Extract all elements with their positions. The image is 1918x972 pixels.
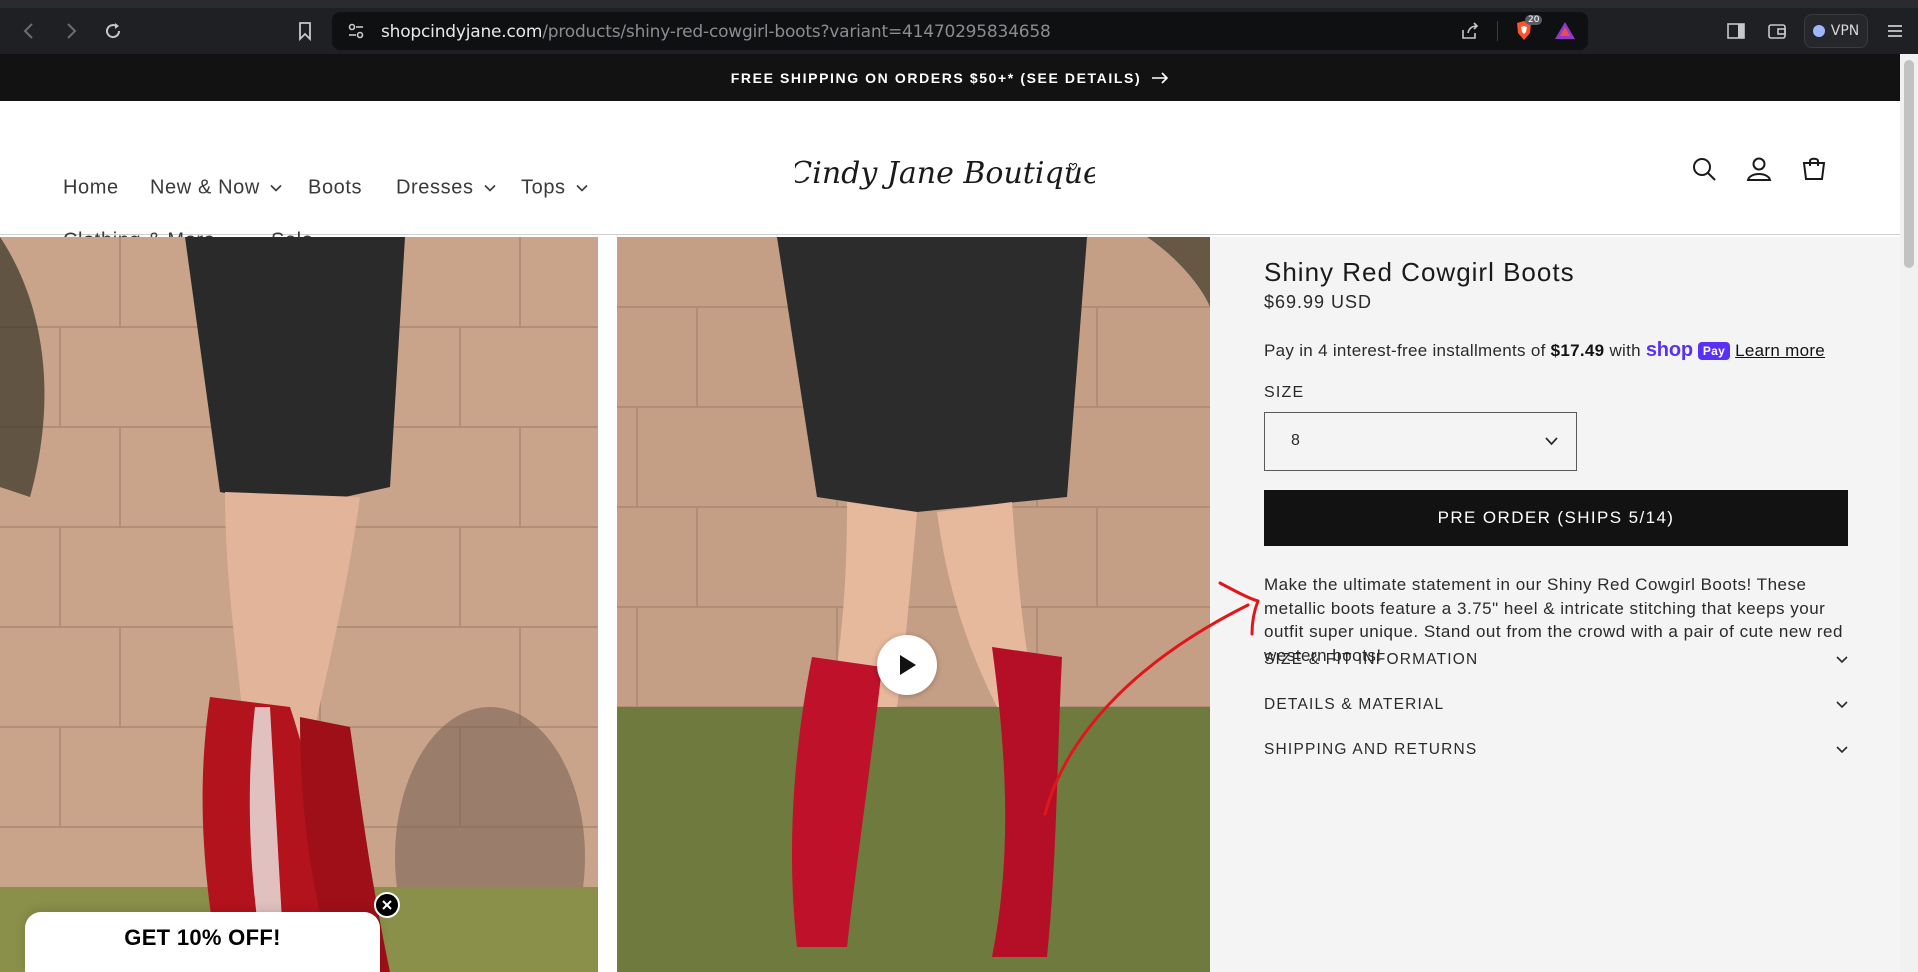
close-icon — [382, 900, 392, 910]
browser-toolbar: shopcindyjane.com/products/shiny-red-cow… — [0, 8, 1918, 54]
nav-item-tops[interactable]: Tops — [521, 177, 588, 200]
shop-pay-badge: Pay — [1697, 341, 1731, 360]
nav-item-dresses[interactable]: Dresses — [396, 177, 496, 200]
product-video-thumbnail[interactable] — [617, 237, 1210, 972]
chevron-down-icon — [576, 184, 588, 192]
wallet-icon[interactable] — [1762, 16, 1792, 46]
page-scrollbar[interactable] — [1900, 54, 1918, 972]
scrollbar-thumb[interactable] — [1904, 60, 1914, 268]
shop-pay-installments: Pay in 4 interest-free installments of $… — [1264, 339, 1825, 362]
accordion-title: SIZE & FIT INFORMATION — [1264, 651, 1479, 668]
product-photo-1[interactable] — [0, 237, 598, 972]
nav-item-label: Tops — [521, 176, 566, 199]
address-bar[interactable]: shopcindyjane.com/products/shiny-red-cow… — [332, 12, 1588, 50]
site-header: Home New & Now Boots Dresses Tops Clothi… — [0, 101, 1900, 252]
size-selected-value: 8 — [1291, 432, 1300, 449]
web-page: FREE SHIPPING ON ORDERS $50+* (SEE DETAI… — [0, 54, 1900, 972]
sidebar-toggle-icon[interactable] — [1721, 16, 1751, 46]
product-title: Shiny Red Cowgirl Boots — [1264, 257, 1575, 287]
nav-item-label: New & Now — [150, 176, 260, 199]
play-icon — [900, 655, 916, 675]
pre-order-button[interactable]: PRE ORDER (SHIPS 5/14) — [1264, 490, 1848, 546]
product-gallery — [0, 237, 1210, 972]
url-text: shopcindyjane.com/products/shiny-red-cow… — [381, 22, 1051, 42]
logo-text: Cindy Jane Boutique — [795, 156, 1095, 191]
menu-icon[interactable] — [1880, 16, 1910, 46]
share-icon[interactable] — [1460, 21, 1480, 41]
reload-icon[interactable] — [98, 16, 128, 46]
nav-item-home[interactable]: Home — [63, 177, 119, 200]
installments-text: Pay in 4 interest-free installments of — [1264, 340, 1546, 360]
accordion-shipping-returns[interactable]: SHIPPING AND RETURNS — [1264, 728, 1848, 772]
accordion-title: SHIPPING AND RETURNS — [1264, 741, 1478, 758]
chevron-down-icon — [270, 184, 282, 192]
site-settings-icon[interactable] — [346, 21, 366, 41]
store-logo[interactable]: Cindy Jane Boutique — [795, 141, 1095, 203]
nav-item-label: Boots — [308, 176, 363, 199]
chevron-down-icon — [1836, 701, 1848, 709]
vpn-button[interactable]: VPN — [1804, 14, 1868, 48]
brave-rewards-icon[interactable] — [1554, 20, 1576, 42]
chevron-down-icon — [483, 184, 496, 192]
nav-item-label: Home — [63, 176, 119, 199]
learn-more-link[interactable]: Learn more — [1735, 341, 1825, 361]
chevron-down-icon — [1545, 437, 1558, 446]
shield-count-badge: 20 — [1525, 15, 1543, 25]
forward-icon[interactable] — [56, 16, 86, 46]
arrow-right-icon — [1152, 71, 1169, 84]
installments-with: with — [1609, 340, 1641, 360]
nav-item-boots[interactable]: Boots — [308, 177, 362, 200]
account-icon[interactable] — [1743, 153, 1775, 185]
bookmark-icon[interactable] — [290, 16, 320, 46]
size-label: SIZE — [1264, 384, 1305, 401]
shop-pay-logo: shop — [1645, 339, 1693, 361]
product-price: $69.99 USD — [1264, 292, 1373, 312]
vpn-label: VPN — [1830, 23, 1860, 39]
play-video-button[interactable] — [877, 635, 937, 695]
close-popup-button[interactable] — [374, 892, 400, 918]
accordion-title: DETAILS & MATERIAL — [1264, 696, 1445, 713]
browser-top-strip — [0, 0, 1918, 8]
product-info-panel: Shiny Red Cowgirl Boots $69.99 USD Pay i… — [1210, 237, 1900, 972]
size-select[interactable]: 8 — [1264, 412, 1577, 471]
nav-item-label: Dresses — [396, 176, 474, 199]
nav-item-new-now[interactable]: New & Now — [150, 177, 282, 200]
url-divider — [1497, 21, 1498, 41]
discount-popup-text: GET 10% OFF! — [124, 925, 281, 950]
chevron-down-icon — [1836, 656, 1848, 664]
announcement-bar[interactable]: FREE SHIPPING ON ORDERS $50+* (SEE DETAI… — [0, 54, 1900, 101]
cart-icon[interactable] — [1798, 153, 1830, 185]
announcement-text: FREE SHIPPING ON ORDERS $50+* (SEE DETAI… — [730, 69, 1142, 86]
accordion-details-material[interactable]: DETAILS & MATERIAL — [1264, 683, 1848, 727]
search-icon[interactable] — [1688, 153, 1720, 185]
vpn-status-icon — [1812, 25, 1825, 37]
discount-popup[interactable]: GET 10% OFF! — [25, 912, 380, 972]
accordion-size-fit[interactable]: SIZE & FIT INFORMATION — [1264, 638, 1848, 682]
back-icon[interactable] — [14, 16, 44, 46]
installment-amount: $17.49 — [1550, 340, 1605, 360]
chevron-down-icon — [1836, 746, 1848, 754]
